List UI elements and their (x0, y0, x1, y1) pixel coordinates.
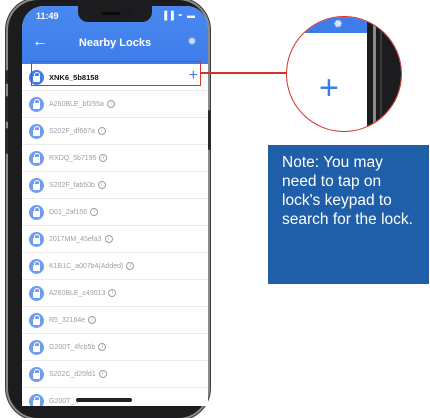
lock-icon (29, 123, 44, 139)
lock-list-item[interactable]: K1B1C_a007b4(Added) i (22, 253, 208, 280)
lock-name: K1B1C_a007b4(Added) (49, 262, 124, 270)
page-title: Nearby Locks (78, 37, 152, 49)
lock-list-item[interactable]: S202F_df667a i (22, 118, 208, 145)
zoom-phone-edge (373, 17, 376, 131)
lock-name: S202C_d25fd1 (49, 370, 96, 378)
lock-name: G200T_4fcb5b (49, 343, 96, 351)
lock-list-item[interactable]: D01_2af156 i (22, 199, 208, 226)
lock-icon (29, 258, 44, 274)
lock-icon (29, 96, 44, 112)
lock-list-item[interactable]: G200T_4fcb5b i (22, 334, 208, 361)
nearby-locks-list: XNK6_5b8158 + A260BLE_bf255a i S202F_df667a i… (22, 64, 208, 406)
lock-list-item[interactable]: A260BLE_c49013 i (22, 280, 208, 307)
notch (78, 6, 152, 22)
lock-name: S202F_df667a (49, 127, 95, 135)
info-icon[interactable]: i (108, 289, 117, 297)
volume-up-button (5, 96, 8, 122)
callout-connector-line (201, 72, 287, 74)
lock-name: RXDQ_5b7195 (49, 154, 97, 162)
note-box: Note: You may need to tap on lock's keyp… (268, 145, 429, 284)
info-icon[interactable]: i (98, 343, 107, 351)
zoom-phone-inner-edge (380, 17, 382, 131)
info-icon[interactable]: i (98, 370, 107, 378)
info-icon[interactable]: i (90, 208, 99, 216)
lock-icon (29, 393, 44, 406)
lock-name: R5_32164e (49, 316, 86, 324)
status-icons: ▐▐ ◓ ▬ (161, 11, 196, 20)
lock-icon (29, 339, 44, 355)
info-icon[interactable]: i (97, 127, 106, 135)
loading-spinner-icon: ✹ (187, 36, 197, 48)
lock-icon (29, 285, 44, 301)
zoom-callout: ✹ + (286, 16, 402, 132)
info-icon[interactable]: i (99, 154, 108, 162)
speaker (102, 12, 120, 15)
lock-name: 2017MM_45efa3 (49, 235, 102, 243)
lock-list-item[interactable]: R5_32164e i (22, 307, 208, 334)
lock-list-item[interactable]: RXDQ_5b7195 i (22, 145, 208, 172)
info-icon[interactable]: i (106, 100, 115, 108)
lock-icon (29, 231, 44, 247)
lock-list-item[interactable]: 2017MM_45efa3 i (22, 226, 208, 253)
lock-icon (29, 150, 44, 166)
lock-name: A260BLE_c49013 (49, 289, 106, 297)
status-time: 11:49 (36, 11, 59, 21)
lock-icon (29, 366, 44, 382)
front-camera (126, 11, 131, 16)
home-indicator (76, 398, 132, 402)
lock-name: A260BLE_bf255a (49, 100, 104, 108)
add-icon[interactable]: + (319, 71, 339, 105)
lock-icon (29, 204, 44, 220)
lock-list-item[interactable]: G200T_... (22, 388, 208, 406)
lock-list-item[interactable]: S202F_fab50b i (22, 172, 208, 199)
lock-icon (29, 177, 44, 193)
loading-spinner-icon: ✹ (333, 17, 344, 31)
lock-name: S202F_fab50b (49, 181, 95, 189)
lock-list-item[interactable]: A260BLE_bf255a i (22, 91, 208, 118)
lock-list-item[interactable]: S202C_d25fd1 i (22, 361, 208, 388)
lock-icon (29, 312, 44, 328)
power-button (208, 110, 211, 150)
mute-switch (5, 70, 8, 84)
info-icon[interactable]: i (126, 262, 135, 270)
info-icon[interactable]: i (97, 181, 106, 189)
lock-name: D01_2af156 (49, 208, 88, 216)
highlight-box (31, 61, 201, 86)
info-icon[interactable]: i (104, 235, 113, 243)
info-icon[interactable]: i (88, 316, 97, 324)
volume-down-button (5, 128, 8, 154)
